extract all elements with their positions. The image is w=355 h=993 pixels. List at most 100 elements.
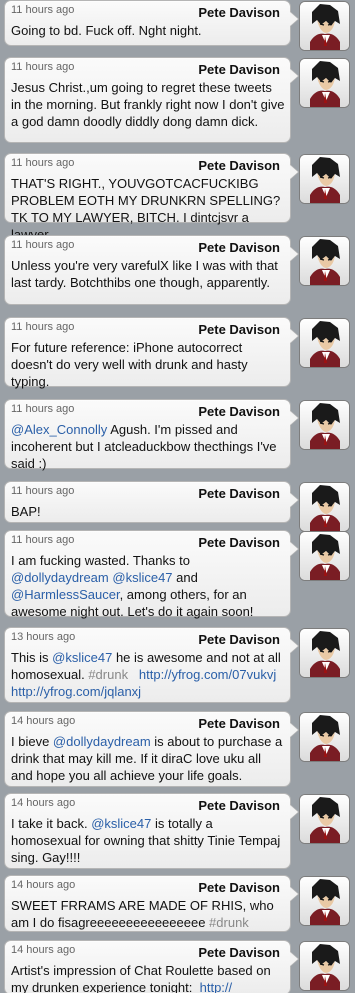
user-avatar[interactable] xyxy=(299,712,350,762)
user-avatar[interactable] xyxy=(299,318,350,368)
text-segment: Artist's impression of Chat Roulette bas… xyxy=(11,963,275,993)
user-avatar[interactable] xyxy=(299,154,350,204)
avatar-portrait xyxy=(300,713,349,761)
text-segment: Unless you're very varefulX like I was w… xyxy=(11,258,282,290)
tweet-bubble: 11 hours ago Pete Davison For future refer… xyxy=(4,317,299,389)
mention-link[interactable]: @dollydaydream xyxy=(11,570,109,585)
user-avatar[interactable] xyxy=(299,941,350,991)
tweet-item[interactable]: 14 hours ago Pete Davison Artist's impress… xyxy=(0,940,355,993)
url-link[interactable]: http:// xyxy=(200,980,233,993)
tweet-bubble: 11 hours ago Pete Davison I am fucking was… xyxy=(4,530,299,620)
mention-link[interactable]: @Alex_Connolly xyxy=(11,422,107,437)
url-link[interactable]: http://yfrog.com/07vukvj xyxy=(139,667,276,682)
tweet-item[interactable]: 11 hours ago Pete Davison For future refer… xyxy=(0,317,355,389)
text-segment: Jesus Christ.,um going to regret these t… xyxy=(11,80,289,129)
tweet-author-name[interactable]: Pete Davison xyxy=(198,486,280,501)
mention-link[interactable]: @kslice47 xyxy=(52,650,112,665)
tweet-item[interactable]: 11 hours ago Pete Davison Going to bd. Fuc… xyxy=(0,0,355,51)
user-avatar[interactable] xyxy=(299,628,350,678)
tweet-item[interactable]: 11 hours ago Pete Davison BAP! xyxy=(0,481,355,532)
tweet-text: This is @kslice47 he is awesome and not … xyxy=(11,649,285,700)
text-segment: I take it back. xyxy=(11,816,92,831)
tweet-author-name[interactable]: Pete Davison xyxy=(198,880,280,895)
tweet-bubble: 14 hours ago Pete Davison I take it back. … xyxy=(4,793,299,869)
tweet-timestamp[interactable]: 14 hours ago xyxy=(11,879,75,891)
user-avatar[interactable] xyxy=(299,794,350,844)
tweet-item[interactable]: 13 hours ago Pete Davison This is @kslice4… xyxy=(0,627,355,703)
tweet-author-name[interactable]: Pete Davison xyxy=(198,535,280,550)
tweet-author-name[interactable]: Pete Davison xyxy=(198,632,280,647)
tweet-bubble: 11 hours ago Pete Davison Unless you're ve… xyxy=(4,235,299,305)
tweet-author-name[interactable]: Pete Davison xyxy=(198,404,280,419)
tweet-author-name[interactable]: Pete Davison xyxy=(198,945,280,960)
tweet-timestamp[interactable]: 11 hours ago xyxy=(11,485,74,497)
text-segment: Going to bd. Fuck off. Nght night. xyxy=(11,23,202,38)
text-segment: This is xyxy=(11,650,53,665)
tweet-item[interactable]: 11 hours ago Pete Davison THAT'S RIGHT., Y… xyxy=(0,153,355,242)
mention-link[interactable]: @HarmlessSaucer xyxy=(11,587,120,602)
tweet-timestamp[interactable]: 11 hours ago xyxy=(11,157,74,169)
avatar-portrait xyxy=(300,237,349,285)
tweet-timestamp[interactable]: 14 hours ago xyxy=(11,797,75,809)
tweet-item[interactable]: 11 hours ago Pete Davison Unless you're ve… xyxy=(0,235,355,305)
user-avatar[interactable] xyxy=(299,1,350,51)
url-link[interactable]: http://yfrog.com/jqlanxj xyxy=(11,684,141,699)
tweet-bubble: 14 hours ago Pete Davison SWEET FRRAMS ARE… xyxy=(4,875,299,932)
tweet-bubble: 11 hours ago Pete Davison THAT'S RIGHT., Y… xyxy=(4,153,299,242)
tweet-timestamp[interactable]: 14 hours ago xyxy=(11,944,75,956)
tweet-author-name[interactable]: Pete Davison xyxy=(198,322,280,337)
avatar-portrait xyxy=(300,877,349,925)
avatar-portrait xyxy=(300,2,349,50)
avatar-portrait xyxy=(300,401,349,449)
tweet-text: Jesus Christ.,um going to regret these t… xyxy=(11,79,285,130)
avatar-portrait xyxy=(300,629,349,677)
hashtag-link[interactable]: #drunk xyxy=(209,915,249,930)
tweet-author-name[interactable]: Pete Davison xyxy=(198,240,280,255)
tweet-author-name[interactable]: Pete Davison xyxy=(198,158,280,173)
tweet-author-name[interactable]: Pete Davison xyxy=(198,62,280,77)
tweet-timestamp[interactable]: 11 hours ago xyxy=(11,61,74,73)
tweet-text: @Alex_Connolly Agush. I'm pissed and inc… xyxy=(11,421,285,472)
mention-link[interactable]: @dollydaydream xyxy=(53,734,151,749)
tweet-item[interactable]: 11 hours ago Pete Davison I am fucking was… xyxy=(0,530,355,620)
mention-link[interactable]: @kslice47 xyxy=(112,570,172,585)
tweet-timestamp[interactable]: 14 hours ago xyxy=(11,715,75,727)
tweet-author-name[interactable]: Pete Davison xyxy=(198,5,280,20)
tweet-author-name[interactable]: Pete Davison xyxy=(198,798,280,813)
tweet-item[interactable]: 14 hours ago Pete Davison SWEET FRRAMS ARE… xyxy=(0,875,355,932)
user-avatar[interactable] xyxy=(299,236,350,286)
user-avatar[interactable] xyxy=(299,400,350,450)
tweet-timestamp[interactable]: 11 hours ago xyxy=(11,534,74,546)
user-avatar[interactable] xyxy=(299,876,350,926)
tweet-timestamp[interactable]: 11 hours ago xyxy=(11,321,74,333)
user-avatar[interactable] xyxy=(299,482,350,532)
tweet-timestamp[interactable]: 11 hours ago xyxy=(11,4,74,16)
tweet-item[interactable]: 11 hours ago Pete Davison Jesus Christ.,um… xyxy=(0,57,355,143)
avatar-portrait xyxy=(300,155,349,203)
mention-link[interactable]: @kslice47 xyxy=(91,816,151,831)
user-avatar[interactable] xyxy=(299,58,350,108)
tweet-bubble: 11 hours ago Pete Davison Jesus Christ.,um… xyxy=(4,57,299,143)
text-segment xyxy=(128,667,139,682)
hashtag-link[interactable]: #drunk xyxy=(88,667,128,682)
tweet-item[interactable]: 14 hours ago Pete Davison I take it back. … xyxy=(0,793,355,869)
tweet-timestamp[interactable]: 11 hours ago xyxy=(11,239,74,251)
tweet-bubble: 11 hours ago Pete Davison @Alex_Connolly A… xyxy=(4,399,299,472)
text-segment: and xyxy=(172,570,202,585)
user-avatar[interactable] xyxy=(299,531,350,581)
tweet-timestamp[interactable]: 11 hours ago xyxy=(11,403,74,415)
tweet-timestamp[interactable]: 13 hours ago xyxy=(11,631,75,643)
tweet-feed[interactable]: 11 hours ago Pete Davison Going to bd. Fuc… xyxy=(0,0,355,993)
avatar-portrait xyxy=(300,795,349,843)
tweet-bubble: 11 hours ago Pete Davison Going to bd. Fuc… xyxy=(4,0,299,46)
tweet-bubble: 14 hours ago Pete Davison I bieve @dollyda… xyxy=(4,711,299,787)
tweet-item[interactable]: 11 hours ago Pete Davison @Alex_Connolly A… xyxy=(0,399,355,472)
tweet-item[interactable]: 14 hours ago Pete Davison I bieve @dollyda… xyxy=(0,711,355,787)
tweet-text: SWEET FRRAMS ARE MADE OF RHIS, who am I … xyxy=(11,897,285,931)
avatar-portrait xyxy=(300,942,349,990)
tweet-text: I am fucking wasted. Thanks to @dollyday… xyxy=(11,552,285,620)
tweet-bubble: 14 hours ago Pete Davison Artist's impress… xyxy=(4,940,299,993)
text-segment: THAT'S RIGHT., YOUVGOTCACFUCKIBG PROBLEM… xyxy=(11,176,281,242)
text-segment: BAP! xyxy=(11,504,41,519)
tweet-author-name[interactable]: Pete Davison xyxy=(198,716,280,731)
